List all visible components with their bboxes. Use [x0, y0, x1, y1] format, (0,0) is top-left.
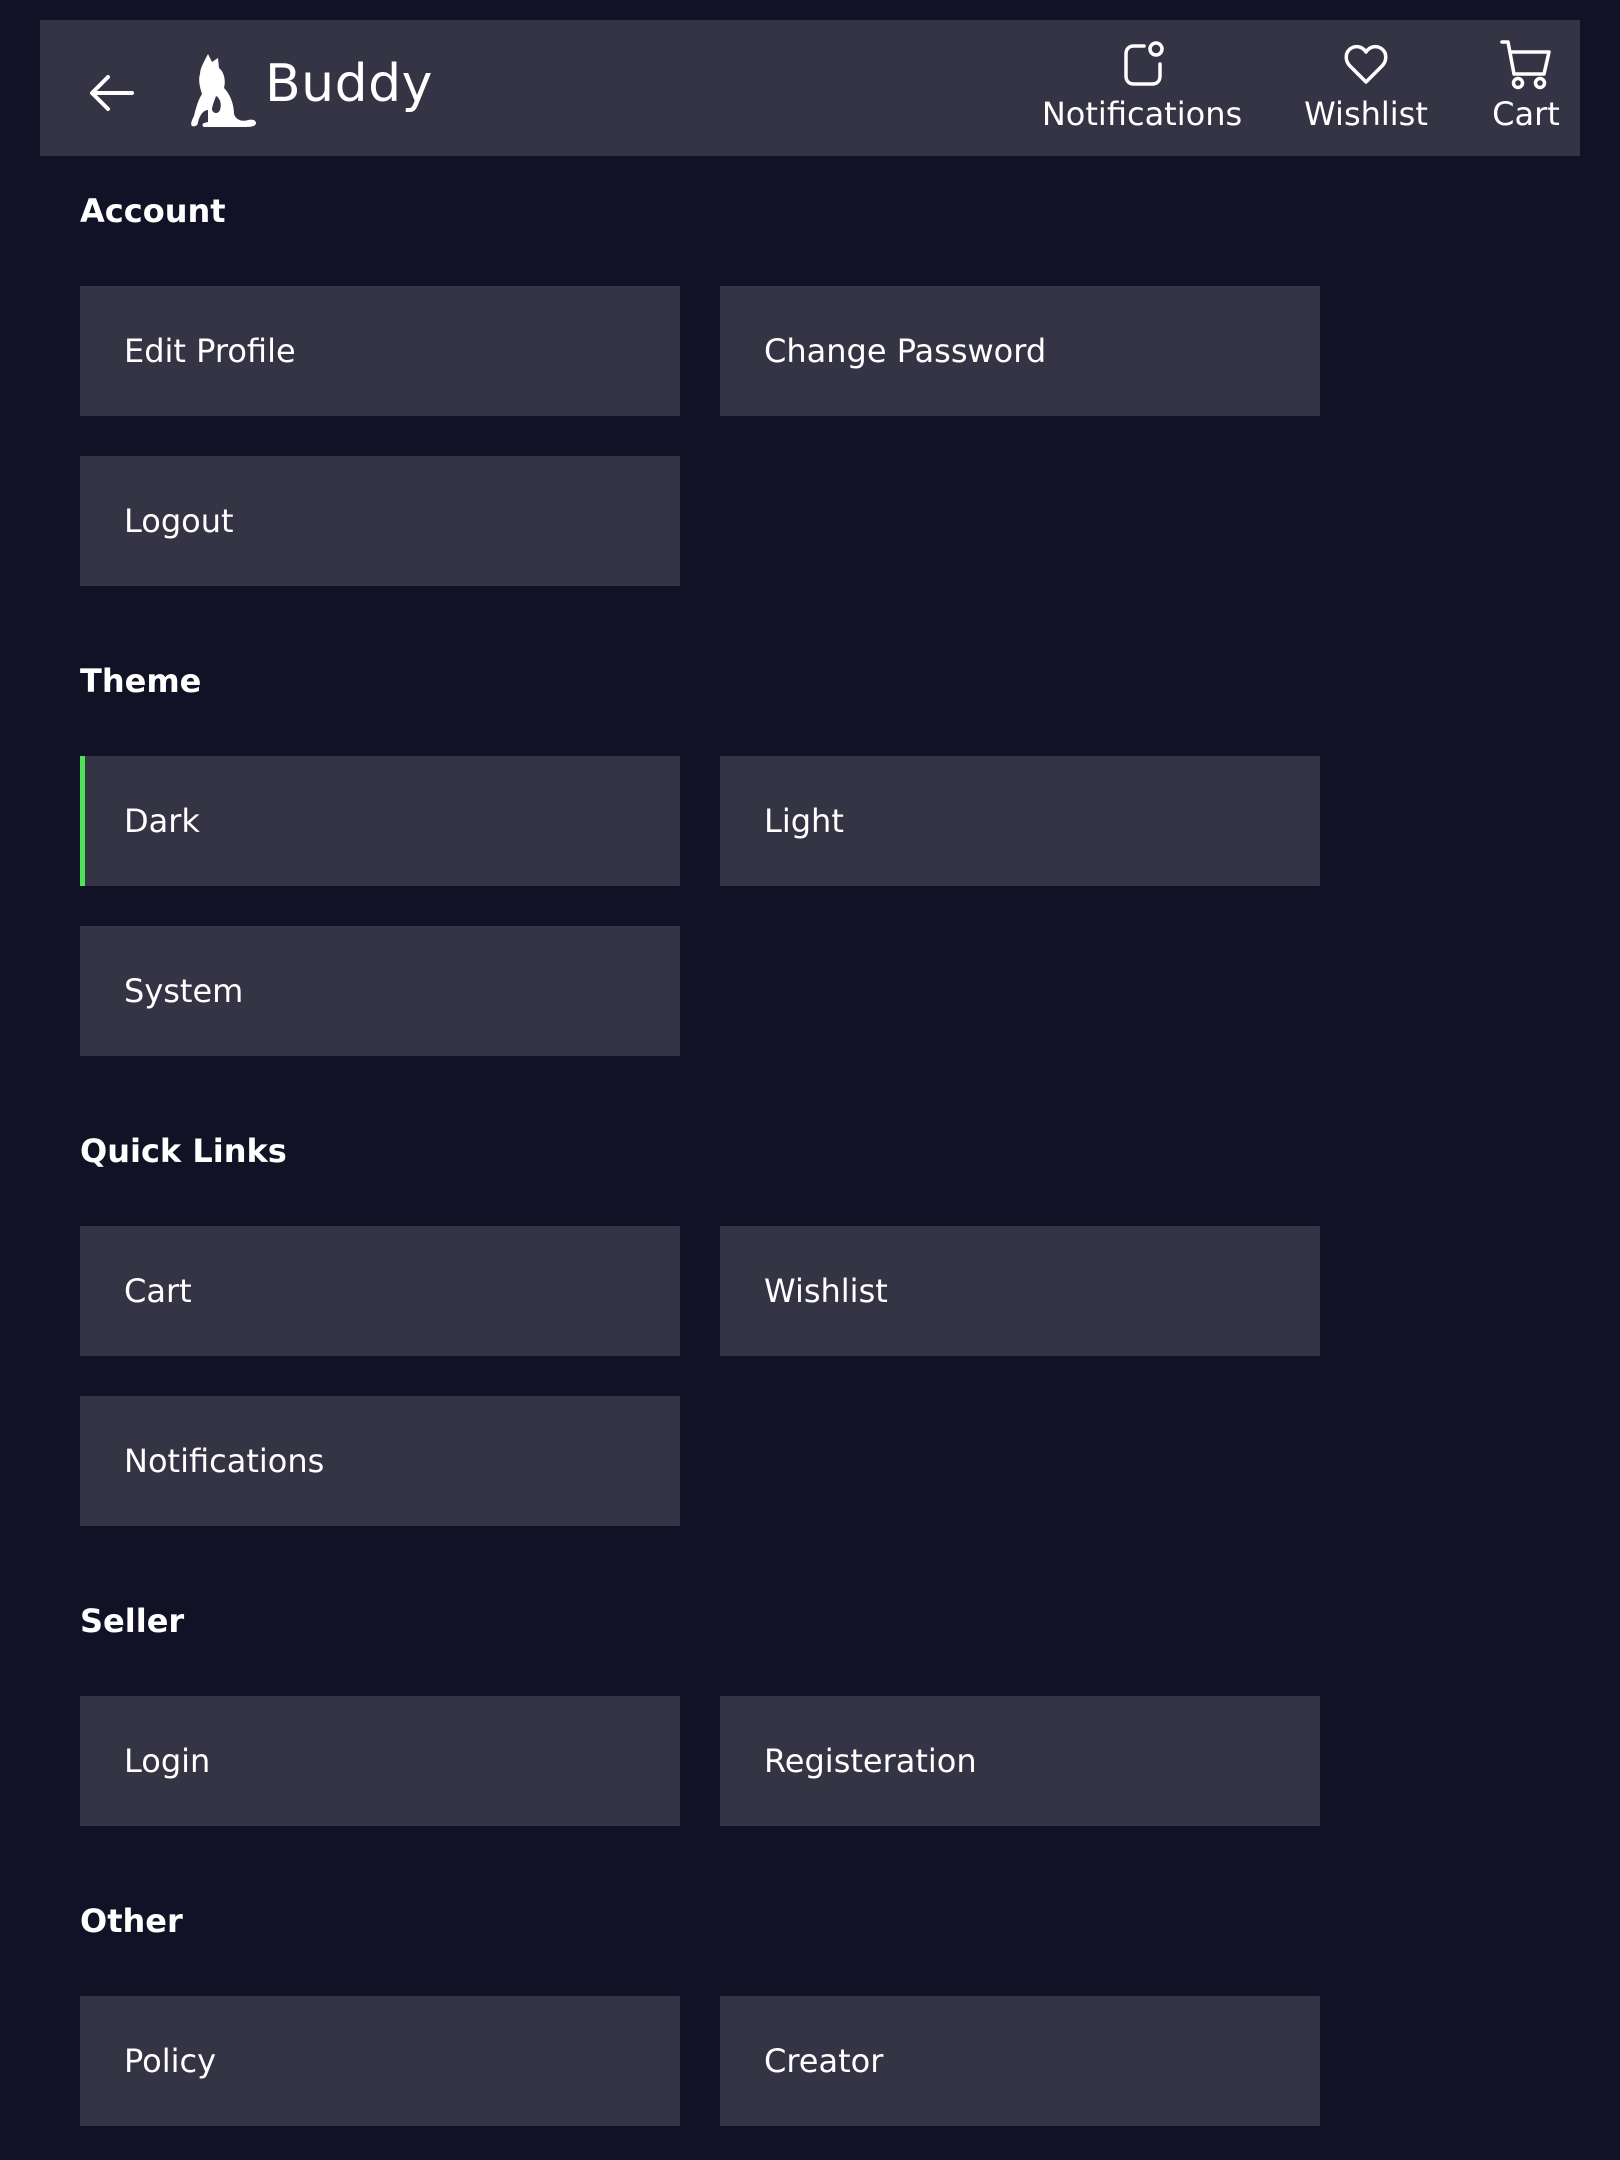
tile-label: Light: [764, 802, 844, 840]
quick-link-wishlist[interactable]: Wishlist: [720, 1226, 1320, 1356]
header-cart-button[interactable]: Cart: [1486, 36, 1566, 136]
logout-button[interactable]: Logout: [80, 456, 680, 586]
tile-label: Registeration: [764, 1742, 977, 1780]
tile-label: Edit Profile: [124, 332, 296, 370]
change-password-button[interactable]: Change Password: [720, 286, 1320, 416]
brand-name: Buddy: [265, 54, 433, 114]
tile-label: Login: [124, 1742, 211, 1780]
back-button[interactable]: [80, 60, 142, 122]
theme-dark-option[interactable]: Dark: [80, 756, 680, 886]
tile-label: Cart: [124, 1272, 192, 1310]
seller-registration-button[interactable]: Registeration: [720, 1696, 1320, 1826]
section-title-account: Account: [80, 192, 226, 230]
tile-label: Creator: [764, 2042, 884, 2080]
tile-label: Change Password: [764, 332, 1047, 370]
quick-link-notifications[interactable]: Notifications: [80, 1396, 680, 1526]
section-title-other: Other: [80, 1902, 183, 1940]
header-wishlist-label: Wishlist: [1304, 95, 1428, 133]
tile-label: Logout: [124, 502, 234, 540]
tile-label: System: [124, 972, 244, 1010]
theme-system-option[interactable]: System: [80, 926, 680, 1056]
tile-label: Wishlist: [764, 1272, 888, 1310]
dog-cat-logo: [178, 50, 262, 128]
tile-label: Dark: [124, 802, 200, 840]
tile-label: Notifications: [124, 1442, 325, 1480]
cart-icon: [1500, 40, 1551, 90]
header-cart-label: Cart: [1492, 95, 1560, 133]
heart-icon: [1344, 44, 1388, 84]
creator-button[interactable]: Creator: [720, 1996, 1320, 2126]
quick-link-cart[interactable]: Cart: [80, 1226, 680, 1356]
bell-badge-icon: [1124, 41, 1164, 86]
policy-button[interactable]: Policy: [80, 1996, 680, 2126]
seller-login-button[interactable]: Login: [80, 1696, 680, 1826]
section-title-seller: Seller: [80, 1602, 185, 1640]
theme-light-option[interactable]: Light: [720, 756, 1320, 886]
edit-profile-button[interactable]: Edit Profile: [80, 286, 680, 416]
header-notifications-label: Notifications: [1041, 95, 1243, 133]
arrow-left-icon: [90, 75, 134, 111]
section-title-quick-links: Quick Links: [80, 1132, 287, 1170]
section-title-theme: Theme: [80, 662, 202, 700]
header-notifications-button[interactable]: Notifications: [1040, 36, 1244, 136]
tile-label: Policy: [124, 2042, 217, 2080]
header-wishlist-button[interactable]: Wishlist: [1302, 36, 1430, 136]
